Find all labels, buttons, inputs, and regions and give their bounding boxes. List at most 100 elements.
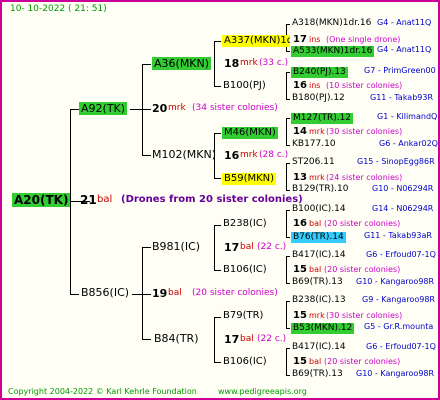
leaf-group: G15 - SinopEgg86R [357, 157, 435, 166]
pedigree-frame: 10- 10-2022 ( 21: 51) A20(TK) 21 bal (Dr… [0, 0, 440, 400]
connector [286, 118, 287, 146]
queen-b84[interactable]: B84(TR) [154, 333, 199, 344]
date-header: 10- 10-2022 ( 21: 51) [10, 4, 107, 14]
leaf-queen[interactable]: B53(MKN).12 [291, 323, 355, 334]
leaf-group: G10 - Kangaroo98R [356, 369, 435, 378]
leaf-queen[interactable]: KB177.10 [292, 140, 336, 149]
leaf-queen[interactable]: B240(PJ).13 [291, 67, 348, 78]
dam-gen-number: 19 [152, 287, 168, 300]
leaf-group: G5 - Gr.R.mounta [364, 322, 434, 331]
gen-number: 13 [293, 172, 307, 183]
gen-number: 16 [224, 149, 240, 162]
dam-mark: bal [168, 288, 182, 298]
note: (24 sister colonies) [326, 173, 403, 182]
connector [286, 163, 290, 164]
connector [214, 317, 221, 318]
dam-queen[interactable]: B856(IC) [81, 287, 129, 298]
connector [142, 64, 143, 156]
leaf-queen[interactable]: ST206.11 [292, 158, 335, 167]
connector [286, 210, 287, 238]
sire-mark: mrk [168, 103, 186, 113]
gen-number: 16 [293, 218, 307, 229]
connector [286, 328, 290, 329]
leaf-queen[interactable]: B180(PJ).12 [292, 94, 345, 103]
connector [286, 72, 287, 100]
connector [214, 225, 215, 271]
queen-b981[interactable]: B981(IC) [152, 241, 200, 252]
connector [142, 155, 151, 156]
connector [286, 256, 290, 257]
connector [286, 118, 290, 119]
connector [286, 375, 290, 376]
leaf-group: G11 - Takab93aR [364, 231, 432, 240]
leaf-queen[interactable]: M127(TR).12 [291, 113, 354, 124]
connector [286, 210, 290, 211]
sire-queen[interactable]: A92(TK) [79, 102, 128, 115]
connector [286, 237, 290, 238]
connector [70, 109, 79, 110]
leaf-group: G10 - N06294R [372, 184, 434, 193]
queen-m102[interactable]: M102(MKN) [152, 149, 216, 160]
leaf-queen[interactable]: B76(TR).14 [291, 232, 346, 243]
sire-note: (34 sister colonies) [192, 103, 278, 113]
mark: mrk [309, 311, 325, 320]
gen-number: 17 [224, 241, 240, 254]
leaf-queen[interactable]: B417(IC).14 [292, 343, 346, 352]
mark: mrk [240, 58, 258, 68]
queen-m46[interactable]: M46(MKN) [222, 127, 278, 139]
connector [286, 163, 287, 191]
leaf-queen[interactable]: B238(IC).13 [292, 296, 346, 305]
root-note: (Drones from 20 sister colonies) [121, 194, 303, 205]
connector [214, 317, 215, 363]
leaf-queen[interactable]: B69(TR).13 [292, 370, 343, 379]
site-link[interactable]: www.pedigreeapis.org [218, 388, 307, 396]
mark: bal [309, 219, 322, 228]
connector [214, 225, 221, 226]
connector [286, 301, 287, 329]
leaf-group: G7 - PrimGreen00 [364, 66, 436, 75]
connector [286, 190, 290, 191]
queen-a36[interactable]: A36(MKN) [152, 57, 212, 70]
leaf-group: G6 - Erfoud07-1Q [366, 342, 436, 351]
connector [286, 348, 290, 349]
connector [70, 294, 79, 295]
mark: mrk [309, 173, 325, 182]
queen-b238ic[interactable]: B238(IC) [223, 219, 267, 229]
leaf-queen[interactable]: B417(IC).14 [292, 251, 346, 260]
mark: mrk [309, 127, 325, 136]
connector [214, 362, 221, 363]
note: (22 c.) [257, 334, 287, 344]
queen-b100pj[interactable]: B100(PJ) [223, 81, 266, 91]
leaf-group: G1 - KilimandQ [377, 112, 438, 121]
leaf-group: G9 - Kangaroo98R [362, 295, 435, 304]
leaf-queen[interactable]: B100(IC).14 [292, 205, 346, 214]
leaf-queen[interactable]: B69(TR).13 [292, 278, 343, 287]
root-gen-number: 21 [80, 193, 97, 207]
leaf-queen[interactable]: B129(TR).10 [292, 185, 348, 194]
connector [214, 41, 221, 42]
connector [214, 270, 221, 271]
connector [286, 24, 290, 25]
connector [286, 256, 287, 284]
queen-b59[interactable]: B59(MKN) [222, 173, 277, 185]
queen-b106ic-2[interactable]: B106(IC) [223, 357, 267, 367]
root-mark: bal [97, 194, 113, 205]
connector [286, 301, 290, 302]
connector [286, 99, 290, 100]
connector [214, 86, 221, 87]
leaf-queen[interactable]: A533(MKN)1dr.16 [291, 46, 375, 57]
connector [214, 41, 215, 87]
note: (20 sister colonies) [324, 265, 401, 274]
dam-note: (20 sister colonies) [192, 288, 278, 298]
queen-a337[interactable]: A337(MKN)1dr [222, 35, 290, 47]
gen-number: 17 [293, 34, 307, 45]
leaf-group: G10 - Kangaroo98R [356, 277, 435, 286]
gen-number: 16 [293, 80, 307, 91]
mark: bal [309, 265, 322, 274]
gen-number: 15 [293, 264, 307, 275]
connector [286, 348, 287, 376]
leaf-queen[interactable]: A318(MKN)1dr.16 [292, 19, 371, 28]
root-queen[interactable]: A20(TK) [12, 193, 71, 207]
queen-b106ic[interactable]: B106(IC) [223, 265, 267, 275]
queen-b79[interactable]: B79(TR) [223, 311, 263, 321]
